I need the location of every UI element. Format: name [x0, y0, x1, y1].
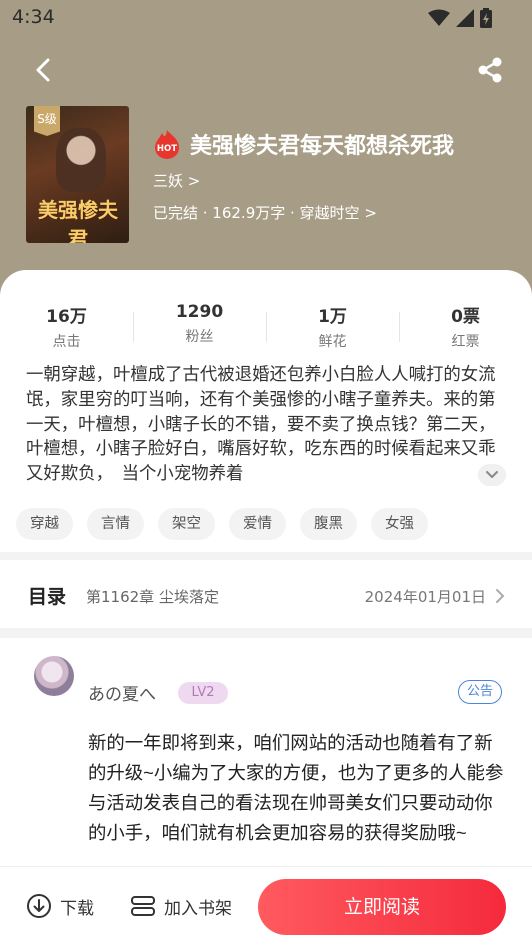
tag-chip[interactable]: 腹黑 [300, 508, 357, 540]
tag-list: 穿越 言情 架空 爱情 腹黑 女强 [16, 508, 428, 540]
section-divider [0, 628, 532, 638]
stat-value: 16万 [46, 307, 87, 327]
avatar[interactable] [34, 656, 74, 696]
bottom-action-bar: 下载 加入书架 立即阅读 [0, 866, 532, 946]
cover-grade-badge: S级 [34, 106, 60, 136]
tag-chip[interactable]: 言情 [87, 508, 144, 540]
latest-chapter: 第1162章 尘埃落定 [86, 588, 219, 606]
latest-chapter-date: 2024年01月01日 [364, 588, 486, 606]
stat-value: 1万 [318, 307, 347, 327]
book-title-row: HOT 美强惨夫君每天都想杀死我 [152, 128, 454, 160]
status-bar: 4:34 [0, 0, 532, 36]
stat-value: 0票 [451, 307, 480, 327]
signal-icon [456, 9, 474, 27]
book-meta-link[interactable]: 已完结 · 162.9万字 · 穿越时空 > [153, 202, 377, 223]
download-button[interactable]: 下载 [26, 893, 94, 919]
stat-value: 1290 [175, 302, 224, 322]
stat-fans[interactable]: 1290 粉丝 [133, 302, 266, 352]
stat-label: 粉丝 [185, 329, 214, 345]
stat-label: 点击 [52, 334, 81, 350]
stat-flowers[interactable]: 1万 鲜花 [266, 302, 399, 352]
stat-clicks: 16万 点击 [0, 302, 133, 352]
status-icons [428, 8, 492, 28]
wifi-icon [428, 9, 450, 26]
section-divider [0, 552, 532, 560]
tag-chip[interactable]: 女强 [371, 508, 428, 540]
chevron-right-icon [496, 589, 505, 603]
toc-title: 目录 [28, 586, 67, 608]
tag-chip[interactable]: 架空 [158, 508, 215, 540]
battery-icon [480, 8, 492, 28]
book-title: 美强惨夫君每天都想杀死我 [190, 134, 455, 159]
book-cover[interactable]: S级 美强惨夫君 [26, 106, 129, 243]
share-icon[interactable] [476, 56, 504, 84]
table-of-contents-row[interactable]: 目录 第1162章 尘埃落定 2024年01月01日 [0, 560, 532, 628]
add-to-shelf-button[interactable]: 加入书架 [130, 893, 232, 919]
chevron-down-icon[interactable] [478, 464, 506, 486]
tag-chip[interactable]: 穿越 [16, 508, 73, 540]
stat-label: 红票 [451, 334, 480, 350]
download-label: 下载 [60, 898, 94, 919]
status-time: 4:34 [12, 6, 55, 28]
hot-label: HOT [157, 144, 177, 154]
post-body[interactable]: 新的一年即将到来，咱们网站的活动也随着有了新的升级~小编为了大家的方便，也为了更… [88, 728, 506, 868]
level-badge: LV2 [178, 682, 228, 704]
hot-icon: HOT [155, 130, 179, 159]
notice-badge: 公告 [458, 680, 502, 704]
stat-red-tickets[interactable]: 0票 红票 [399, 302, 532, 352]
read-now-button[interactable]: 立即阅读 [258, 879, 506, 935]
download-icon [27, 894, 51, 918]
add-to-shelf-label: 加入书架 [164, 898, 232, 919]
author-link[interactable]: 三妖 > [153, 170, 200, 191]
bookshelf-icon [131, 896, 155, 916]
stats-row: 16万 点击 1290 粉丝 1万 鲜花 0票 红票 [0, 302, 532, 352]
stat-label: 鲜花 [318, 334, 347, 350]
cover-illustration [56, 128, 106, 192]
cover-title: 美强惨夫君 [38, 198, 118, 243]
tag-chip[interactable]: 爱情 [229, 508, 286, 540]
post-username[interactable]: あの夏へ [88, 680, 156, 705]
book-synopsis: 一朝穿越，叶檀成了古代被退婚还包养小白脸人人喊打的女流氓，家里穷的叮当响，还有个… [26, 364, 496, 484]
back-icon[interactable] [30, 56, 58, 84]
